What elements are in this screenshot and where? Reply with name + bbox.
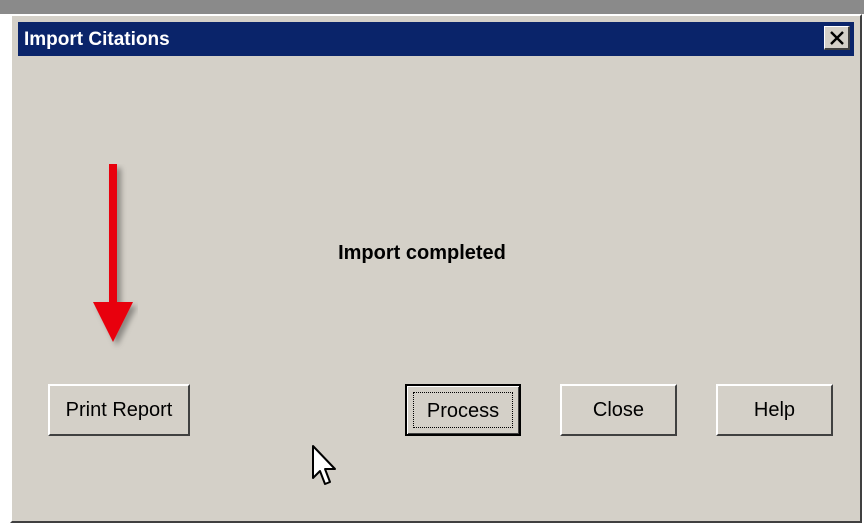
print-report-label: Print Report — [65, 399, 173, 421]
close-button[interactable]: Close — [560, 384, 677, 436]
down-arrow-icon — [93, 164, 133, 342]
screenshot-stage: Import Citations Import completed Print … — [0, 0, 864, 525]
status-message-text: Import completed — [338, 242, 506, 264]
window-title: Import Citations — [24, 29, 170, 50]
help-label: Help — [753, 399, 796, 421]
close-icon — [830, 31, 844, 45]
background-strip — [0, 0, 864, 14]
process-button[interactable]: Process — [405, 384, 521, 436]
mouse-cursor-icon — [312, 445, 336, 485]
close-label: Close — [592, 399, 645, 421]
help-button[interactable]: Help — [716, 384, 833, 436]
print-report-button[interactable]: Print Report — [48, 384, 190, 436]
process-label: Process — [426, 400, 500, 422]
title-bar[interactable]: Import Citations — [18, 22, 854, 56]
focus-rectangle: Process — [413, 392, 513, 428]
window-close-button[interactable] — [824, 26, 850, 50]
